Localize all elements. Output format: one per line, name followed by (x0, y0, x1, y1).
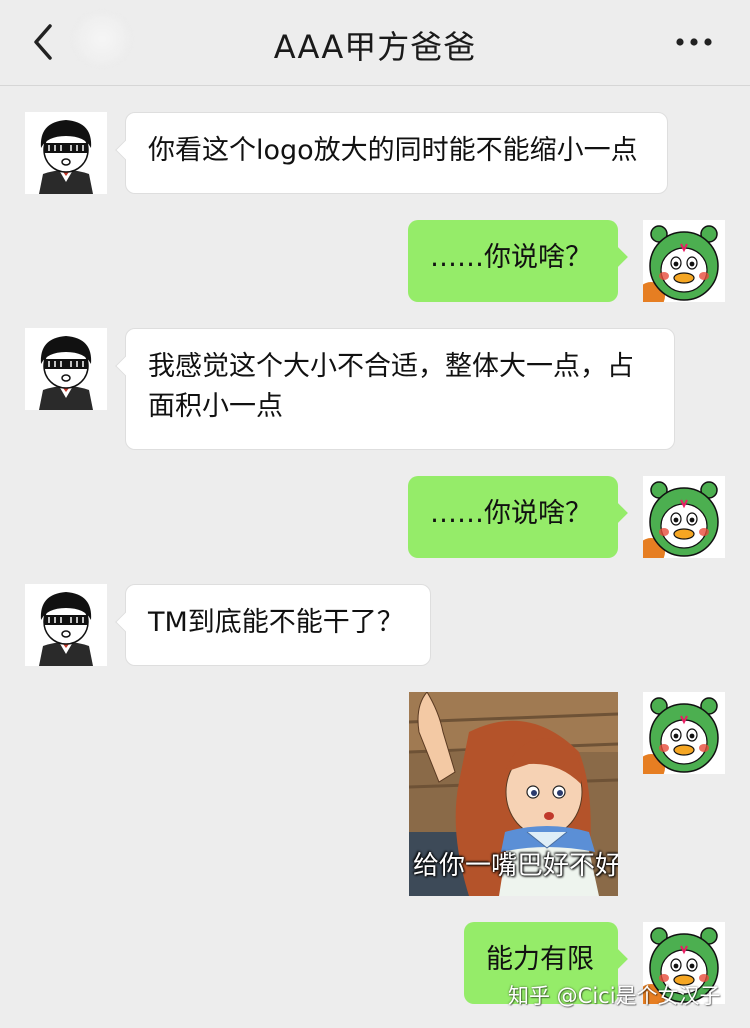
message-text: ……你说啥？ (430, 498, 592, 529)
message-bubble-outgoing[interactable]: ……你说啥？ (408, 476, 628, 558)
my-avatar[interactable] (643, 692, 725, 774)
frog-hat-duck-avatar-icon (643, 476, 725, 558)
sunglasses-cartoon-avatar-icon (25, 328, 107, 410)
sunglasses-cartoon-avatar-icon (25, 112, 107, 194)
my-avatar[interactable] (643, 220, 725, 302)
contact-avatar[interactable] (25, 328, 107, 410)
message-text: 我感觉这个大小不合适，整体大一点，占面积小一点 (148, 351, 634, 422)
message-text: ……你说啥？ (430, 242, 592, 273)
message-bubble-outgoing[interactable]: ……你说啥？ (408, 220, 628, 302)
sticker-image[interactable]: 给你一嘴巴好不好 (409, 692, 618, 896)
my-avatar[interactable] (643, 476, 725, 558)
frog-hat-duck-avatar-icon (643, 692, 725, 774)
message-bubble-incoming[interactable]: TM到底能不能干了？ (115, 584, 431, 666)
message-text: TM到底能不能干了？ (148, 607, 404, 638)
message-bubble-incoming[interactable]: 我感觉这个大小不合适，整体大一点，占面积小一点 (115, 328, 675, 450)
frog-hat-duck-avatar-icon (643, 220, 725, 302)
watermark-text: 知乎 @Cici是个女汉子 (508, 984, 721, 1008)
contact-avatar[interactable] (25, 584, 107, 666)
contact-avatar[interactable] (25, 112, 107, 194)
more-dots-icon (676, 38, 712, 46)
sunglasses-cartoon-avatar-icon (25, 584, 107, 666)
chat-header: AAA甲方爸爸 (0, 0, 750, 86)
message-text: 你看这个logo放大的同时能不能缩小一点 (148, 135, 638, 166)
sticker-caption: 给你一嘴巴好不好 (413, 851, 618, 881)
more-button[interactable] (672, 30, 716, 54)
message-text: 能力有限 (486, 944, 594, 975)
message-bubble-incoming[interactable]: 你看这个logo放大的同时能不能缩小一点 (115, 112, 668, 194)
chat-title: AAA甲方爸爸 (273, 28, 477, 66)
